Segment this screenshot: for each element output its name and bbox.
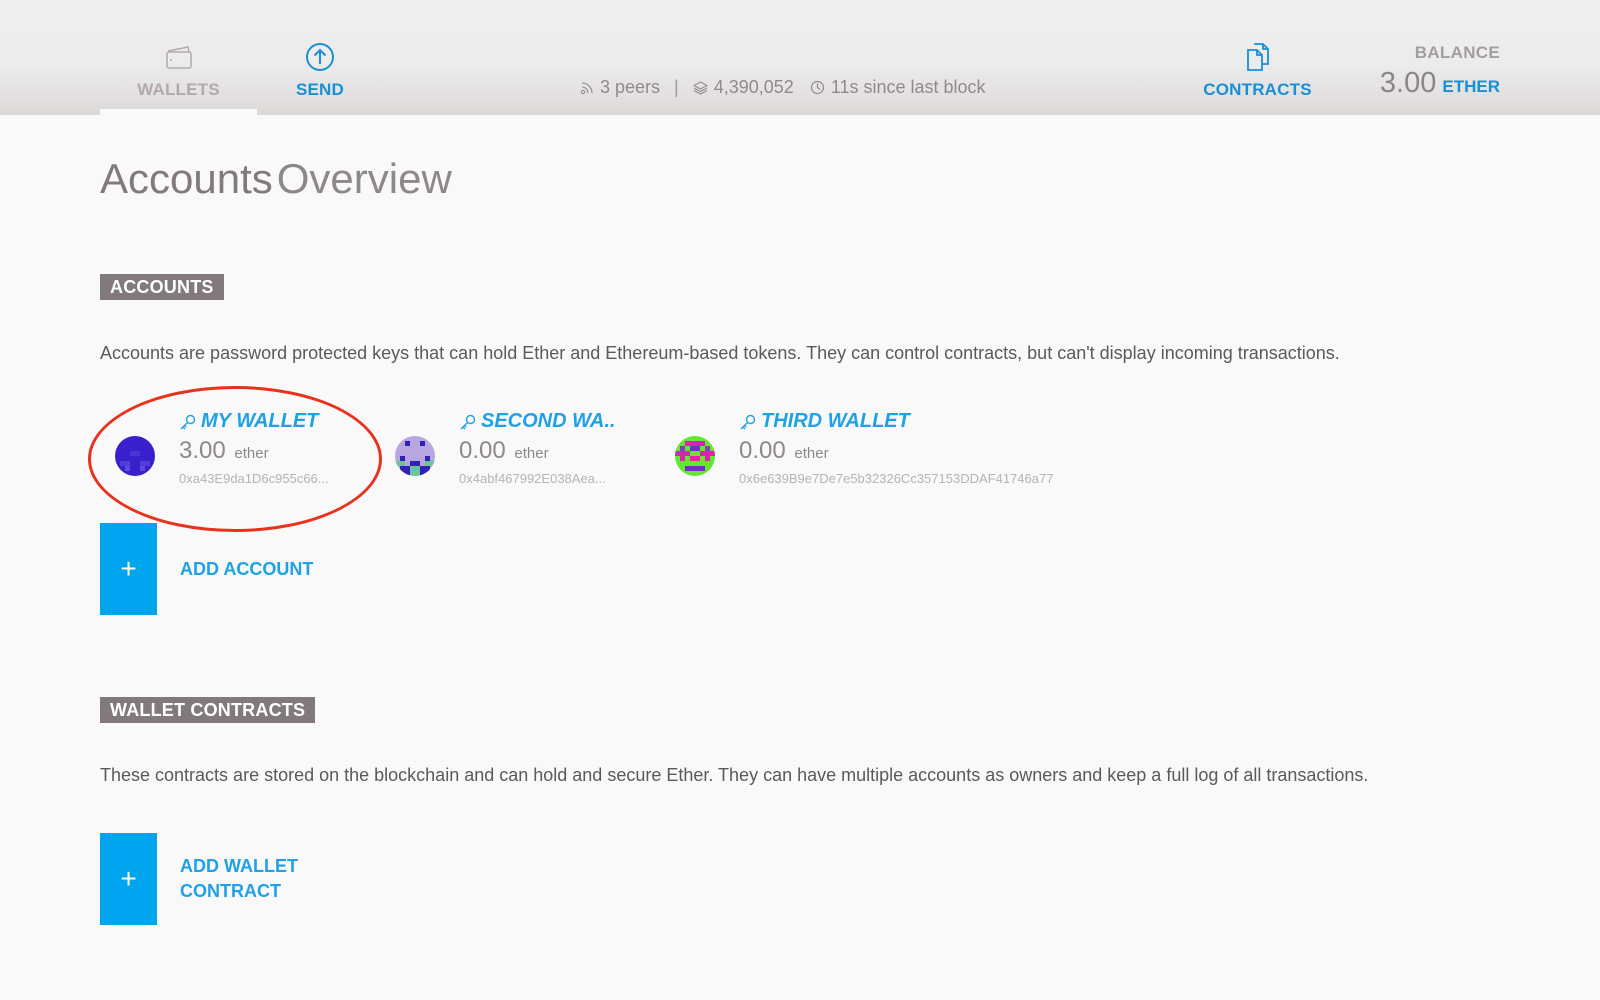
account-identicon <box>675 436 715 476</box>
account-name: MY WALLET <box>201 410 319 432</box>
account-address: 0x4abf467992E038Aea... <box>459 471 606 486</box>
page-title-bold: Accounts <box>100 155 273 202</box>
block-number: 4,390,052 <box>713 77 794 97</box>
key-icon <box>460 414 476 429</box>
account-balance-amount: 0.00 <box>459 437 506 464</box>
nav-contracts-label: CONTRACTS <box>1203 80 1312 99</box>
wallet-contracts-description: These contracts are stored on the blockc… <box>100 765 1369 785</box>
key-icon <box>740 414 756 429</box>
account-identicon <box>115 436 155 476</box>
add-wallet-contract-label-line1: ADD WALLET <box>180 856 298 876</box>
account-name-link[interactable]: MY WALLET <box>179 410 329 433</box>
nav-contracts-tab[interactable]: CONTRACTS <box>1200 40 1315 100</box>
account-balance-amount: 0.00 <box>739 437 786 464</box>
plus-icon: + <box>120 553 137 584</box>
layers-icon <box>692 80 708 95</box>
documents-icon <box>1246 43 1269 71</box>
peers-signal-icon <box>580 81 593 94</box>
account-address: 0x6e639B9e7De7e5b32326Cc357153DDAF41746a… <box>739 471 1054 486</box>
balance-label: BALANCE <box>1414 43 1500 62</box>
network-status: 3 peers | 4,390,052 11s since last block <box>580 77 986 98</box>
account-balance: 0.00 ether <box>739 437 1053 465</box>
account-identicon <box>395 436 435 476</box>
add-wallet-contract-label-line2: CONTRACT <box>180 881 281 901</box>
account-balance-unit: ether <box>794 445 829 462</box>
account-balance-unit: ether <box>514 445 549 462</box>
account-balance: 3.00 ether <box>179 437 329 465</box>
account-info: THIRD WALLET 0.00 ether 0x6e639B9e7De7e5… <box>739 410 1053 486</box>
balance-amount: 3.00 <box>1379 67 1437 99</box>
account-balance-unit: ether <box>234 445 269 462</box>
page-title: AccountsOverview <box>100 155 452 203</box>
nav-send-label: SEND <box>295 80 345 99</box>
arrow-up-circle-icon <box>306 43 334 71</box>
accounts-description: Accounts are password protected keys tha… <box>100 343 1340 363</box>
add-wallet-contract-link[interactable]: ADD WALLET CONTRACT <box>180 854 298 904</box>
clock-icon <box>810 80 824 95</box>
balance-unit: ETHER <box>1442 77 1500 96</box>
active-tab-indicator <box>100 109 257 115</box>
account-name: SECOND WA.. <box>481 410 616 432</box>
account-balance: 0.00 ether <box>459 437 615 465</box>
account-name-link[interactable]: SECOND WA.. <box>459 410 615 433</box>
account-name-link[interactable]: THIRD WALLET <box>739 410 1053 433</box>
wallet-contracts-section-tag: WALLET CONTRACTS <box>100 697 316 723</box>
balance-value: 3.00 ETHER <box>1380 67 1500 100</box>
account-name: THIRD WALLET <box>761 410 910 432</box>
add-account-link[interactable]: ADD ACCOUNT <box>180 557 313 582</box>
top-navigation-bar: WALLETS SEND 3 peers | 4,390,052 11s sin… <box>0 0 1600 115</box>
nav-wallets-label: WALLETS <box>137 80 220 99</box>
add-account-button[interactable]: + <box>100 523 157 615</box>
accounts-section-tag: ACCOUNTS <box>100 274 224 300</box>
time-since-last-block: 11s since last block <box>830 77 986 97</box>
peers-count: 3 peers <box>600 77 661 97</box>
wallet-icon <box>165 46 192 69</box>
account-info: SECOND WA.. 0.00 ether 0x4abf467992E038A… <box>459 410 615 486</box>
account-address: 0xa43E9da1D6c955c66... <box>179 471 329 486</box>
key-icon <box>180 414 196 429</box>
status-separator: | <box>674 77 679 97</box>
nav-wallets-tab[interactable]: WALLETS <box>100 40 257 100</box>
page-title-light: Overview <box>276 155 452 202</box>
account-balance-amount: 3.00 <box>179 437 226 464</box>
plus-icon: + <box>120 863 137 894</box>
account-info: MY WALLET 3.00 ether 0xa43E9da1D6c955c66… <box>179 410 329 486</box>
total-balance: BALANCE 3.00 ETHER <box>1380 43 1500 100</box>
nav-send-tab[interactable]: SEND <box>290 40 350 100</box>
add-wallet-contract-button[interactable]: + <box>100 833 157 925</box>
